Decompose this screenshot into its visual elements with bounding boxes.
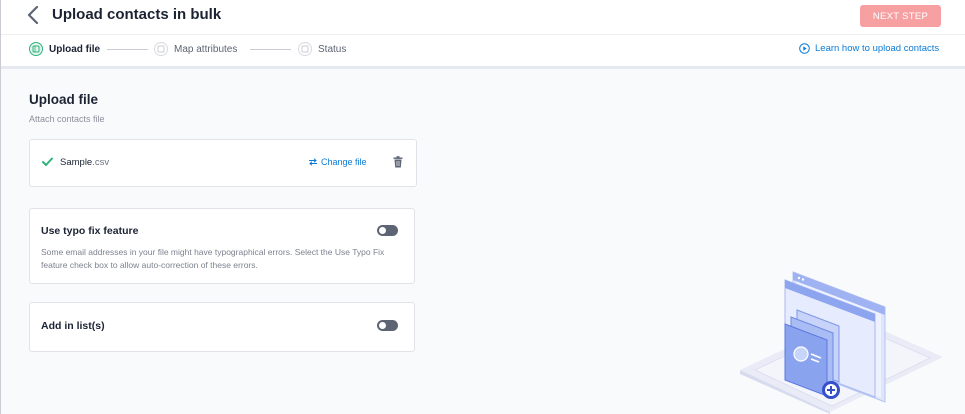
trash-icon[interactable] bbox=[393, 156, 403, 168]
step-label: Upload file bbox=[49, 43, 101, 55]
add-in-list-title: Add in list(s) bbox=[41, 320, 105, 332]
typo-fix-description: Some email addresses in your file might … bbox=[41, 247, 385, 270]
file-extension: .csv bbox=[92, 157, 110, 168]
add-in-list-toggle[interactable] bbox=[377, 320, 398, 331]
step-connector bbox=[250, 49, 291, 50]
file-name-base: Sample bbox=[60, 157, 93, 168]
step-map-attributes[interactable]: Map attributes bbox=[154, 42, 237, 56]
check-icon bbox=[42, 157, 53, 166]
page-title: Upload contacts in bulk bbox=[52, 6, 222, 23]
file-card: Sample.csv Change file bbox=[29, 139, 417, 187]
play-circle-icon bbox=[799, 43, 810, 54]
typo-fix-card: Use typo fix feature Some email addresse… bbox=[29, 208, 415, 284]
learn-how-link[interactable]: Learn how to upload contacts bbox=[799, 43, 939, 54]
change-file-button[interactable]: Change file bbox=[308, 157, 367, 167]
typo-fix-title: Use typo fix feature bbox=[41, 225, 139, 237]
section-subtitle: Attach contacts file bbox=[29, 114, 105, 124]
step-connector bbox=[107, 49, 148, 50]
step-icon bbox=[154, 42, 168, 56]
change-file-label: Change file bbox=[321, 157, 367, 167]
header-divider bbox=[1, 34, 965, 35]
section-title: Upload file bbox=[29, 92, 99, 107]
step-icon bbox=[298, 42, 312, 56]
step-label: Map attributes bbox=[174, 43, 238, 55]
learn-link-label: Learn how to upload contacts bbox=[815, 43, 940, 54]
step-icon bbox=[29, 42, 43, 56]
toggle-knob bbox=[379, 227, 386, 234]
swap-icon bbox=[309, 158, 317, 166]
typo-fix-toggle[interactable] bbox=[377, 225, 398, 236]
step-upload-file[interactable]: Upload file bbox=[29, 42, 100, 56]
back-button[interactable] bbox=[23, 5, 43, 25]
step-status[interactable]: Status bbox=[298, 42, 346, 56]
chevron-left-icon bbox=[27, 6, 39, 24]
step-label: Status bbox=[318, 43, 347, 55]
upload-illustration bbox=[740, 271, 943, 414]
add-in-list-card: Add in list(s) bbox=[29, 302, 415, 352]
next-step-button[interactable]: NEXT STEP bbox=[860, 5, 941, 27]
top-bar: Upload contacts in bulk NEXT STEP Upload… bbox=[1, 0, 965, 69]
file-name: Sample.csv bbox=[60, 157, 109, 168]
toggle-knob bbox=[379, 322, 386, 329]
